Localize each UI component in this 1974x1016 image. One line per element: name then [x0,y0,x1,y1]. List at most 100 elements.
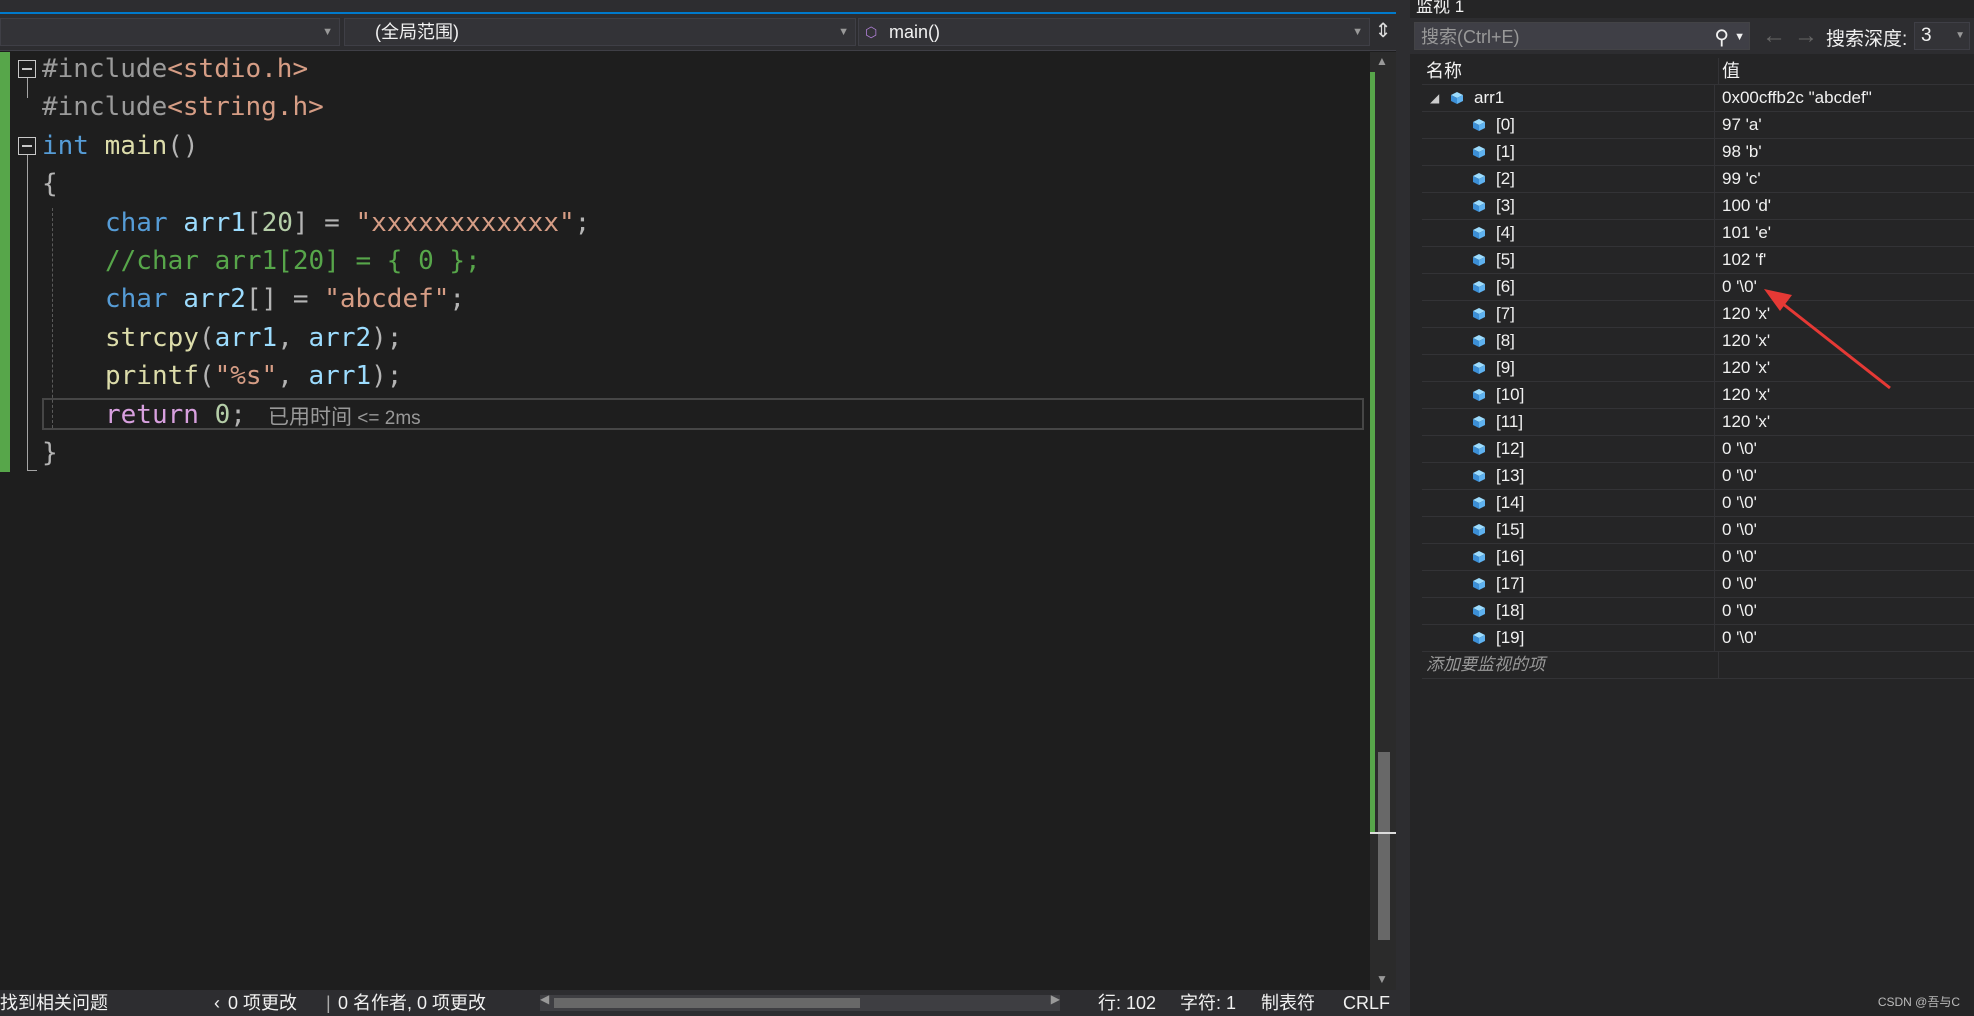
watch-row-value[interactable]: 98 'b' [1722,139,1762,165]
watch-row-item[interactable]: [11] 120 'x' [1422,409,1974,436]
eol-indicator[interactable]: CRLF [1343,990,1390,1016]
method-cube-icon: ⬡ [865,24,878,40]
tabs-indicator[interactable]: 制表符 [1261,990,1315,1016]
chevron-down-icon: ▼ [322,26,333,38]
column-header-value[interactable]: 值 [1722,58,1740,84]
code-line-10[interactable]: return 0; [105,396,246,434]
watch-row-item[interactable]: [17] 0 '\0' [1422,571,1974,598]
code-line-4[interactable]: { [42,165,58,203]
watch-panel: 监视 1 ⚲ ▼ ← → 搜索深度: 3 ▼ 名称 值 ◢ arr1 0x00c… [1410,0,1974,1016]
panel-splitter[interactable] [1396,0,1410,1016]
watch-row-item[interactable]: [19] 0 '\0' [1422,625,1974,652]
find-issues-link[interactable]: 找到相关问题 [0,990,108,1016]
scroll-up-icon[interactable]: ▲ [1376,54,1388,68]
watch-row-root[interactable]: ◢ arr1 0x00cffb2c "abcdef" [1422,85,1974,112]
watch-row-value[interactable]: 100 'd' [1722,193,1771,219]
function-dropdown[interactable]: ⬡ main() ▼ [858,18,1370,46]
code-line-6[interactable]: //char arr1[20] = { 0 }; [105,242,481,280]
watch-search-box[interactable]: ⚲ ▼ [1414,22,1750,51]
search-depth-select[interactable]: 3 ▼ [1914,22,1970,50]
watch-row-item[interactable]: [0] 97 'a' [1422,112,1974,139]
watch-row-item[interactable]: [14] 0 '\0' [1422,490,1974,517]
watch-row-value[interactable]: 0 '\0' [1722,571,1757,597]
watch-row-item[interactable]: [3] 100 'd' [1422,193,1974,220]
project-dropdown[interactable]: ▼ [0,18,340,46]
scroll-down-icon[interactable]: ▼ [1376,972,1388,986]
code-line-1[interactable]: #include<stdio.h> [42,50,308,88]
navigation-bar: ▼ (全局范围) ▼ ⬡ main() ▼ [0,14,1396,51]
horizontal-scrollbar[interactable]: ◀ ▶ [540,992,1060,1011]
watch-row-item[interactable]: [4] 101 'e' [1422,220,1974,247]
watch-row-label: [6] [1496,277,1515,296]
scroll-left-icon[interactable]: ‹ [214,990,220,1016]
add-watch-row[interactable]: 添加要监视的项 [1422,652,1974,679]
split-editor-icon[interactable]: ⇕ [1372,16,1394,46]
watch-row-value[interactable]: 97 'a' [1722,112,1762,138]
forward-arrow-icon[interactable]: → [1794,22,1818,50]
watch-row-value[interactable]: 0 '\0' [1722,625,1757,651]
watch-row-label: [8] [1496,331,1515,350]
watch-row-label: [1] [1496,142,1515,161]
watch-row-item[interactable]: [12] 0 '\0' [1422,436,1974,463]
watch-row-value[interactable]: 101 'e' [1722,220,1771,246]
watch-row-name: [17] [1422,571,1715,597]
fold-guide [27,78,28,98]
code-line-11[interactable]: } [42,434,58,472]
watch-row-value[interactable]: 0 '\0' [1722,436,1757,462]
code-line-7[interactable]: char arr2[] = "abcdef"; [105,280,465,318]
scrollbar-caret-marker [1370,832,1396,834]
watch-row-item[interactable]: [1] 98 'b' [1422,139,1974,166]
scrollbar-thumb[interactable] [1378,752,1390,940]
watch-row-value[interactable]: 0 '\0' [1722,463,1757,489]
watch-row-label: [12] [1496,439,1525,458]
watch-row-value[interactable]: 99 'c' [1722,166,1761,192]
line-indicator[interactable]: 行: 102 [1098,990,1156,1016]
horizontal-scrollbar-thumb[interactable] [554,998,860,1008]
authors-indicator[interactable]: 0 名作者, 0 项更改 [338,990,486,1016]
watch-row-value[interactable]: 120 'x' [1722,409,1770,435]
column-header-name[interactable]: 名称 [1422,58,1719,84]
watch-row-value[interactable]: 0 '\0' [1722,517,1757,543]
watch-row-value[interactable]: 0x00cffb2c "abcdef" [1722,85,1872,111]
code-line-5[interactable]: char arr1[20] = "xxxxxxxxxxxx"; [105,204,590,242]
scrollbar-change-map [1370,72,1375,832]
watch-row-value[interactable]: 0 '\0' [1722,598,1757,624]
chevron-down-icon[interactable]: ▼ [1734,25,1745,49]
code-line-8[interactable]: strcpy(arr1, arr2); [105,319,402,357]
watch-row-value[interactable]: 0 '\0' [1722,544,1757,570]
add-watch-placeholder[interactable]: 添加要监视的项 [1422,652,1719,678]
collapse-icon[interactable] [18,60,36,78]
code-line-2[interactable]: #include<string.h> [42,88,324,126]
collapse-triangle-icon[interactable]: ◢ [1430,85,1439,111]
changes-indicator[interactable]: 0 项更改 [228,990,297,1016]
watch-row-name: [3] [1422,193,1715,219]
collapse-icon[interactable] [18,137,36,155]
watch-panel-title: 监视 1 [1416,0,1465,16]
scope-dropdown[interactable]: (全局范围) ▼ [344,18,856,46]
change-tracking-bar [0,52,10,472]
watch-row-value[interactable]: 0 '\0' [1722,490,1757,516]
watch-row-item[interactable]: [5] 102 'f' [1422,247,1974,274]
scroll-left-icon[interactable]: ◀ [540,992,549,1006]
char-indicator[interactable]: 字符: 1 [1180,990,1236,1016]
watch-row-value[interactable]: 102 'f' [1722,247,1766,273]
variable-cube-icon [1473,416,1485,428]
back-arrow-icon[interactable]: ← [1762,22,1786,50]
watch-row-item[interactable]: [15] 0 '\0' [1422,517,1974,544]
variable-cube-icon [1473,308,1485,320]
code-editor[interactable]: ▼ (全局范围) ▼ ⬡ main() ▼ ⇕ #include<stdio.h… [0,0,1396,1016]
code-line-9[interactable]: printf("%s", arr1); [105,357,402,395]
watch-row-name: [9] [1422,355,1715,381]
watch-row-label: [15] [1496,520,1525,539]
watch-row-item[interactable]: [2] 99 'c' [1422,166,1974,193]
watch-row-item[interactable]: [18] 0 '\0' [1422,598,1974,625]
code-line-3[interactable]: int main() [42,127,199,165]
watch-row-item[interactable]: [13] 0 '\0' [1422,463,1974,490]
vertical-scrollbar[interactable]: ▲ ▼ [1370,52,1396,990]
watch-search-input[interactable] [1419,23,1703,51]
scroll-right-icon[interactable]: ▶ [1051,992,1060,1006]
watch-row-item[interactable]: [16] 0 '\0' [1422,544,1974,571]
watch-row-label: [17] [1496,574,1525,593]
search-icon[interactable]: ⚲ [1714,25,1729,50]
watch-row-label: [10] [1496,385,1525,404]
